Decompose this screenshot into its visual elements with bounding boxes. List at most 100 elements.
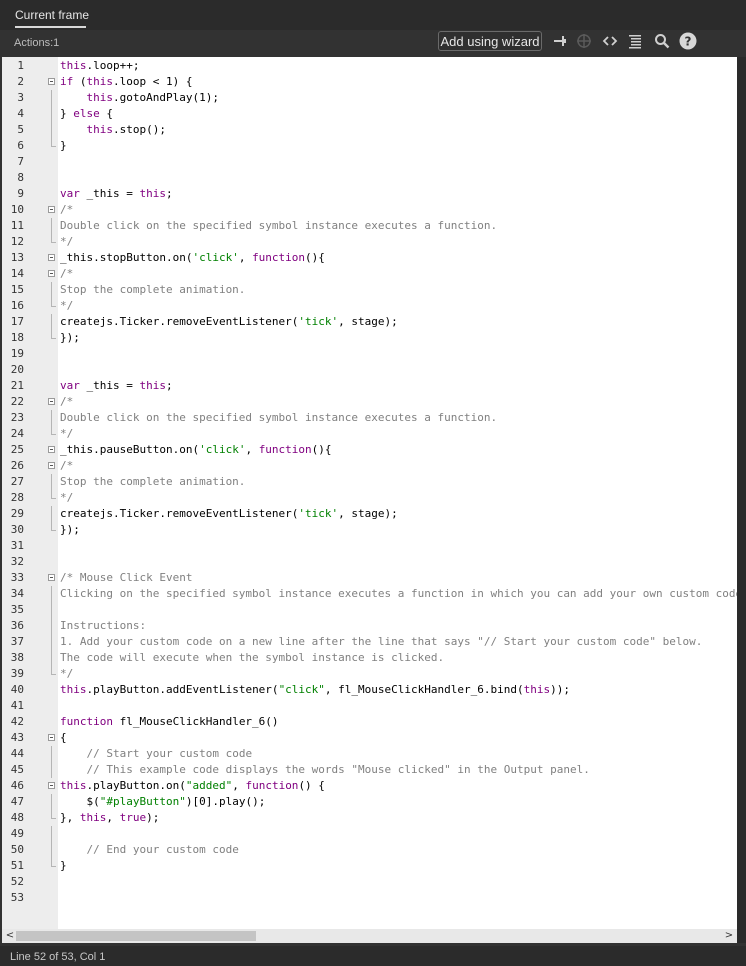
fold-toggle-icon[interactable] [47, 202, 57, 218]
code-line[interactable]: 51} [2, 858, 737, 874]
fold-toggle-icon[interactable] [47, 394, 57, 410]
fold-guide [47, 90, 57, 106]
code-line[interactable]: 8 [2, 170, 737, 186]
code-snippets-button[interactable] [599, 30, 621, 52]
code-text: /* [60, 202, 73, 218]
code-line[interactable]: 3 this.gotoAndPlay(1); [2, 90, 737, 106]
code-line[interactable]: 6} [2, 138, 737, 154]
script-editor[interactable]: 1 this.loop++; 2 if (this.loop < 1) {3 this… [2, 57, 737, 929]
find-button[interactable] [651, 30, 673, 52]
pin-script-button[interactable] [549, 30, 571, 52]
format-code-button[interactable] [624, 30, 646, 52]
code-line[interactable]: 2 if (this.loop < 1) { [2, 74, 737, 90]
horizontal-scrollbar[interactable]: < > [2, 929, 737, 943]
code-line[interactable]: 38 The code will execute when the symbol … [2, 650, 737, 666]
code-line[interactable]: 42 function fl_MouseClickHandler_6() [2, 714, 737, 730]
line-number: 35 [10, 603, 24, 616]
code-line[interactable]: 25 _this.pauseButton.on('click', function… [2, 442, 737, 458]
code-line[interactable]: 32 [2, 554, 737, 570]
vertical-scrollbar[interactable] [737, 57, 746, 943]
code-line[interactable]: 23 Double click on the specified symbol i… [2, 410, 737, 426]
code-line[interactable]: 18}); [2, 330, 737, 346]
code-line[interactable]: 30}); [2, 522, 737, 538]
code-line[interactable]: 39 */ [2, 666, 737, 682]
code-line[interactable]: 49 [2, 826, 737, 842]
line-number: 40 [10, 683, 24, 696]
code-line[interactable]: 17 createjs.Ticker.removeEventListener('t… [2, 314, 737, 330]
code-line[interactable]: 15 Stop the complete animation. [2, 282, 737, 298]
fold-toggle-icon[interactable] [47, 778, 57, 794]
code-line[interactable]: 40 this.playButton.addEventListener("clic… [2, 682, 737, 698]
scroll-left-arrow-icon[interactable]: < [4, 929, 16, 943]
fold-end-guide [47, 522, 57, 538]
code-line[interactable]: 1 this.loop++; [2, 58, 737, 74]
fold-toggle-icon[interactable] [47, 570, 57, 586]
line-number: 50 [10, 843, 24, 856]
line-number: 24 [10, 427, 24, 440]
insert-target-path-button[interactable] [573, 30, 595, 52]
code-line[interactable]: 27 Stop the complete animation. [2, 474, 737, 490]
code-line[interactable]: 24 */ [2, 426, 737, 442]
code-token: , stage); [338, 315, 398, 328]
code-line[interactable]: 11 Double click on the specified symbol i… [2, 218, 737, 234]
code-line[interactable]: 29 createjs.Ticker.removeEventListener('t… [2, 506, 737, 522]
code-line[interactable]: 10 /* [2, 202, 737, 218]
code-line[interactable]: 53 [2, 890, 737, 906]
code-line[interactable]: 13 _this.stopButton.on('click', function(… [2, 250, 737, 266]
code-line[interactable]: 44 // Start your custom code [2, 746, 737, 762]
code-token: this [60, 779, 87, 792]
code-text: // Start your custom code [60, 746, 253, 762]
line-number: 51 [10, 859, 24, 872]
code-line[interactable]: 47 $("#playButton")[0].play(); [2, 794, 737, 810]
code-line[interactable]: 34 Clicking on the specified symbol insta… [2, 586, 737, 602]
code-line[interactable]: 12 */ [2, 234, 737, 250]
code-line[interactable]: 35 [2, 602, 737, 618]
code-line[interactable]: 9 var _this = this; [2, 186, 737, 202]
code-line[interactable]: 14 /* [2, 266, 737, 282]
code-line[interactable]: 33 /* Mouse Click Event [2, 570, 737, 586]
tab-current-frame[interactable]: Current frame [15, 8, 89, 22]
code-token: 'tick' [298, 507, 339, 520]
fold-toggle-icon[interactable] [47, 730, 57, 746]
code-token: , stage); [338, 507, 398, 520]
code-token: 'tick' [298, 315, 339, 328]
code-token: 'click' [192, 251, 239, 264]
code-line[interactable]: 22 /* [2, 394, 737, 410]
help-button[interactable]: ? [677, 30, 699, 52]
horizontal-scroll-thumb[interactable] [16, 931, 256, 941]
code-line[interactable]: 48}, this, true); [2, 810, 737, 826]
code-line[interactable]: 20 [2, 362, 737, 378]
code-line[interactable]: 50 // End your custom code [2, 842, 737, 858]
code-line[interactable]: 28 */ [2, 490, 737, 506]
code-line[interactable]: 36 Instructions: [2, 618, 737, 634]
line-number: 20 [10, 363, 24, 376]
code-text: _this.pauseButton.on('click', function()… [60, 442, 332, 458]
code-line[interactable]: 4} else { [2, 106, 737, 122]
code-text: */ [60, 490, 73, 506]
code-line[interactable]: 37 1. Add your custom code on a new line … [2, 634, 737, 650]
code-text: var _this = this; [60, 378, 173, 394]
code-line[interactable]: 26 /* [2, 458, 737, 474]
fold-toggle-icon[interactable] [47, 266, 57, 282]
code-line[interactable]: 16 */ [2, 298, 737, 314]
code-line[interactable]: 19 [2, 346, 737, 362]
code-line[interactable]: 45 // This example code displays the wor… [2, 762, 737, 778]
fold-toggle-icon[interactable] [47, 458, 57, 474]
line-number: 4 [17, 107, 24, 120]
code-line[interactable]: 46 this.playButton.on("added", function()… [2, 778, 737, 794]
code-line[interactable]: 41 [2, 698, 737, 714]
add-using-wizard-button[interactable]: Add using wizard [438, 31, 542, 51]
code-token: "click" [278, 683, 325, 696]
fold-toggle-icon[interactable] [47, 74, 57, 90]
fold-end-guide [47, 426, 57, 442]
fold-toggle-icon[interactable] [47, 442, 57, 458]
code-line[interactable]: 43 { [2, 730, 737, 746]
scroll-right-arrow-icon[interactable]: > [723, 929, 735, 943]
code-line[interactable]: 21 var _this = this; [2, 378, 737, 394]
code-line[interactable]: 5 this.stop(); [2, 122, 737, 138]
fold-toggle-icon[interactable] [47, 250, 57, 266]
code-line[interactable]: 7 [2, 154, 737, 170]
code-line[interactable]: 52 [2, 874, 737, 890]
code-line[interactable]: 31 [2, 538, 737, 554]
